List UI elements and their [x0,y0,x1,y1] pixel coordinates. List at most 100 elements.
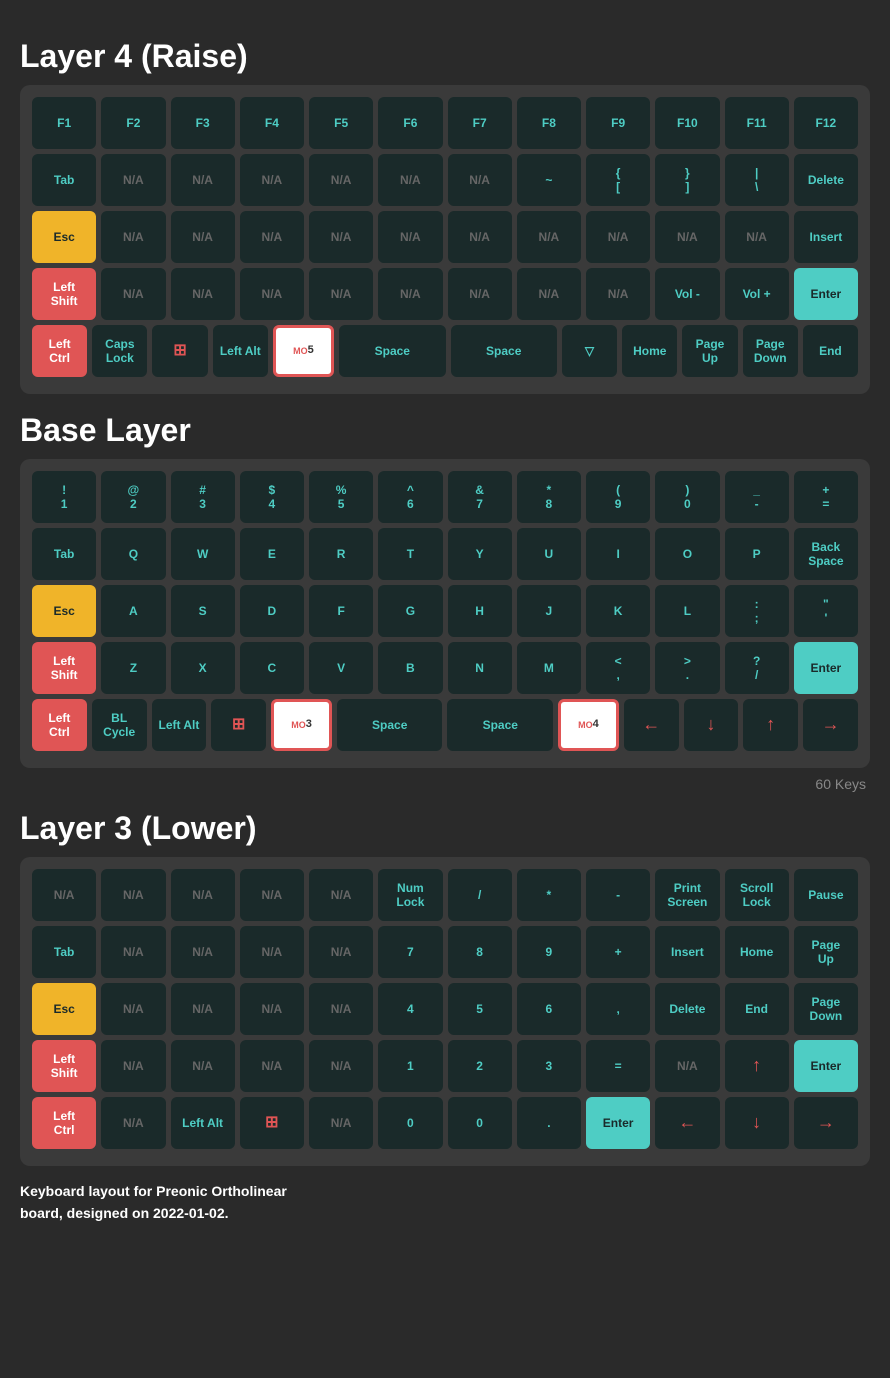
key-home[interactable]: Home [622,325,677,377]
key-p[interactable]: P [725,528,789,580]
key-kp-plus[interactable]: + [586,926,650,978]
key-plus-equals[interactable]: += [794,471,858,523]
key-enter-l3[interactable]: Enter [794,1040,858,1092]
key-page-up[interactable]: PageUp [682,325,737,377]
key-bracket-open[interactable]: {[ [586,154,650,206]
key-hash-3[interactable]: #3 [171,471,235,523]
key-print-screen[interactable]: PrintScreen [655,869,719,921]
key-space1[interactable]: Space [339,325,445,377]
key-kp-2[interactable]: 2 [448,1040,512,1092]
key-delete[interactable]: Delete [794,154,858,206]
key-down-l3[interactable]: ↓ [725,1097,789,1149]
key-left-ctrl-l3[interactable]: LeftCtrl [32,1097,96,1149]
key-tab[interactable]: Tab [32,528,96,580]
key-underscore-minus[interactable]: _- [725,471,789,523]
key-excl-1[interactable]: !1 [32,471,96,523]
key-o[interactable]: O [655,528,719,580]
key-right-l3[interactable]: → [794,1097,858,1149]
key-b[interactable]: B [378,642,442,694]
key-z[interactable]: Z [101,642,165,694]
key-f9[interactable]: F9 [586,97,650,149]
key-trns[interactable]: ▽ [562,325,617,377]
key-percent-5[interactable]: %5 [309,471,373,523]
key-kp-8[interactable]: 8 [448,926,512,978]
key-amp-7[interactable]: &7 [448,471,512,523]
key-right-arrow[interactable]: → [803,699,858,751]
key-kp-0a[interactable]: 0 [378,1097,442,1149]
key-t[interactable]: T [378,528,442,580]
key-d[interactable]: D [240,585,304,637]
key-n[interactable]: N [448,642,512,694]
key-tab[interactable]: Tab [32,154,96,206]
key-bl-cycle[interactable]: BLCycle [92,699,147,751]
key-kp-equals[interactable]: = [586,1040,650,1092]
key-f10[interactable]: F10 [655,97,719,149]
key-q[interactable]: Q [101,528,165,580]
key-up-arrow[interactable]: ↑ [743,699,798,751]
key-dollar-4[interactable]: $4 [240,471,304,523]
key-left-l3[interactable]: ← [655,1097,719,1149]
key-kp-6[interactable]: 6 [517,983,581,1035]
key-page-down[interactable]: PageDown [743,325,798,377]
key-f8[interactable]: F8 [517,97,581,149]
key-caps-lock[interactable]: CapsLock [92,325,147,377]
key-pagedown-l3[interactable]: PageDown [794,983,858,1035]
key-left-shift-base[interactable]: LeftShift [32,642,96,694]
key-kp-1[interactable]: 1 [378,1040,442,1092]
key-kp-slash[interactable]: / [448,869,512,921]
key-caret-6[interactable]: ^6 [378,471,442,523]
key-f11[interactable]: F11 [725,97,789,149]
key-left-alt[interactable]: Left Alt [213,325,268,377]
key-e[interactable]: E [240,528,304,580]
key-kp-comma[interactable]: , [586,983,650,1035]
key-f6[interactable]: F6 [378,97,442,149]
key-kp-3[interactable]: 3 [517,1040,581,1092]
key-j[interactable]: J [517,585,581,637]
key-f4[interactable]: F4 [240,97,304,149]
key-f5[interactable]: F5 [309,97,373,149]
key-enter-kp[interactable]: Enter [586,1097,650,1149]
key-esc[interactable]: Esc [32,211,96,263]
key-f7[interactable]: F7 [448,97,512,149]
key-rparen-0[interactable]: )0 [655,471,719,523]
key-u[interactable]: U [517,528,581,580]
key-f12[interactable]: F12 [794,97,858,149]
key-up-l3[interactable]: ↑ [725,1040,789,1092]
key-left-ctrl[interactable]: LeftCtrl [32,325,87,377]
key-left-shift[interactable]: LeftShift [32,268,96,320]
key-space-base2[interactable]: Space [447,699,553,751]
key-kp-9[interactable]: 9 [517,926,581,978]
key-down-arrow[interactable]: ↓ [684,699,739,751]
key-k[interactable]: K [586,585,650,637]
key-lt-comma[interactable]: <, [586,642,650,694]
key-esc-l3[interactable]: Esc [32,983,96,1035]
key-kp-minus[interactable]: - [586,869,650,921]
key-kp-7[interactable]: 7 [378,926,442,978]
key-scroll-lock[interactable]: ScrollLock [725,869,789,921]
key-pageup-l3[interactable]: PageUp [794,926,858,978]
key-s[interactable]: S [171,585,235,637]
key-win[interactable]: ⊞ [152,325,207,377]
key-a[interactable]: A [101,585,165,637]
key-backslash[interactable]: |\ [725,154,789,206]
key-end-l3[interactable]: End [725,983,789,1035]
key-kp-5[interactable]: 5 [448,983,512,1035]
key-enter-base[interactable]: Enter [794,642,858,694]
key-left-arrow[interactable]: ← [624,699,679,751]
key-vol-plus[interactable]: Vol + [725,268,789,320]
key-numlock[interactable]: NumLock [378,869,442,921]
key-tab-l3[interactable]: Tab [32,926,96,978]
key-backspace[interactable]: BackSpace [794,528,858,580]
key-space2[interactable]: Space [451,325,557,377]
key-mo4[interactable]: MO4 [558,699,619,751]
key-slash-question[interactable]: ?/ [725,642,789,694]
key-enter[interactable]: Enter [794,268,858,320]
key-win-base[interactable]: ⊞ [211,699,266,751]
key-home-l3[interactable]: Home [725,926,789,978]
key-left-alt-base[interactable]: Left Alt [152,699,207,751]
key-y[interactable]: Y [448,528,512,580]
key-gt-period[interactable]: >. [655,642,719,694]
key-l[interactable]: L [655,585,719,637]
key-mo5[interactable]: MO5 [273,325,334,377]
key-mo3[interactable]: MO3 [271,699,332,751]
